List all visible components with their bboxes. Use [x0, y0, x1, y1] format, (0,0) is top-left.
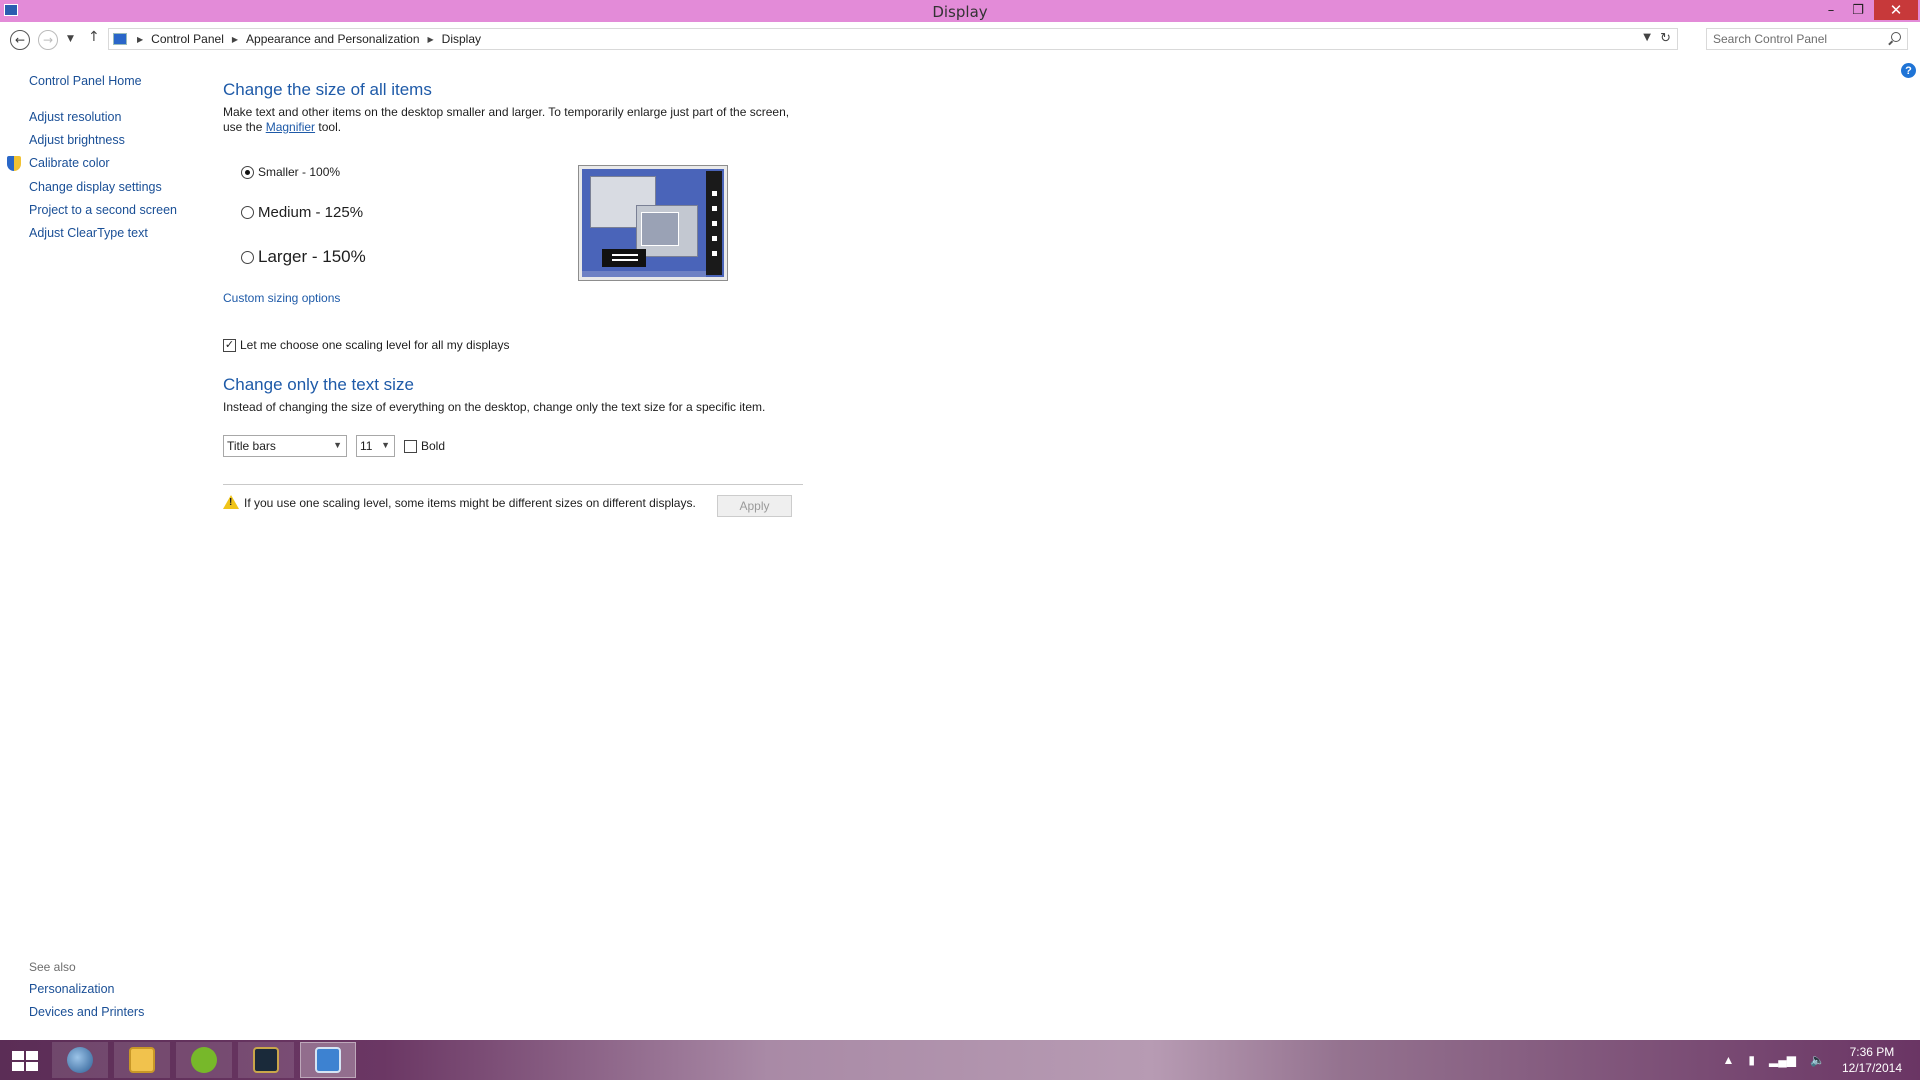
radio-button[interactable]: [241, 206, 254, 219]
taskbar: ▲ ▮ ▂▄▆ 🔈 7:36 PM 12/17/2014: [0, 1040, 1920, 1080]
description-text-end: tool.: [315, 120, 342, 134]
shield-icon: [7, 156, 21, 171]
bold-checkbox[interactable]: [404, 439, 417, 453]
breadcrumb[interactable]: ▶ Control Panel ▶ Appearance and Persona…: [108, 28, 1678, 50]
chevron-right-icon[interactable]: ▶: [133, 35, 147, 44]
bold-label: Bold: [421, 439, 446, 453]
help-icon[interactable]: ?: [1901, 63, 1916, 78]
search-icon[interactable]: [1891, 32, 1901, 42]
bold-checkbox-row[interactable]: Bold: [404, 439, 445, 453]
display-preview-image: [578, 165, 728, 281]
custom-sizing-link[interactable]: Custom sizing options: [223, 291, 340, 305]
clock[interactable]: 7:36 PM 12/17/2014: [1842, 1044, 1902, 1076]
project-second-screen-link[interactable]: Project to a second screen: [29, 203, 177, 217]
back-button[interactable]: ←: [10, 30, 30, 50]
network-icon[interactable]: ▂▄▆: [1769, 1053, 1796, 1067]
search-box[interactable]: [1706, 28, 1908, 50]
divider: [223, 484, 803, 485]
preview-taskbar: [602, 249, 646, 267]
up-button[interactable]: ↑: [88, 29, 100, 45]
close-button[interactable]: ✕: [1874, 0, 1918, 20]
title-bar: Display – ❐ ✕: [0, 0, 1920, 22]
breadcrumb-appearance[interactable]: Appearance and Personalization: [242, 32, 423, 46]
radio-button-checked[interactable]: [241, 165, 254, 179]
radio-button[interactable]: [241, 250, 254, 264]
action-center-icon[interactable]: ▮: [1748, 1053, 1755, 1067]
window-title: Display: [932, 3, 988, 21]
item-select-value: Title bars: [227, 439, 276, 453]
item-select[interactable]: Title bars ▼: [223, 435, 347, 457]
volume-icon[interactable]: 🔈: [1810, 1053, 1825, 1067]
preview-bottom-strip: [582, 271, 706, 277]
refresh-button[interactable]: ↻: [1660, 31, 1671, 46]
personalization-link[interactable]: Personalization: [29, 982, 114, 996]
search-input[interactable]: [1713, 32, 1883, 46]
control-panel-home-link[interactable]: Control Panel Home: [29, 74, 142, 88]
adjust-cleartype-link[interactable]: Adjust ClearType text: [29, 226, 148, 240]
start-icon[interactable]: [12, 1051, 38, 1071]
warning-text: If you use one scaling level, some items…: [244, 496, 696, 510]
scaling-checkbox-row[interactable]: ✓ Let me choose one scaling level for al…: [223, 338, 509, 352]
option-smaller[interactable]: Smaller - 100%: [241, 165, 340, 179]
utorrent-icon[interactable]: [176, 1042, 232, 1078]
option-label: Smaller - 100%: [258, 165, 341, 179]
league-of-legends-icon[interactable]: [238, 1042, 294, 1078]
scaling-checkbox[interactable]: ✓: [223, 338, 236, 352]
apply-button[interactable]: Apply: [717, 495, 792, 517]
option-medium[interactable]: Medium - 125%: [241, 204, 363, 221]
section-title-text-size: Change only the text size: [223, 375, 414, 394]
forward-button[interactable]: →: [38, 30, 58, 50]
restore-button[interactable]: ❐: [1845, 0, 1871, 20]
chevron-right-icon[interactable]: ▶: [228, 35, 242, 44]
preview-window-inner: [641, 212, 679, 246]
chevron-down-icon: ▼: [381, 440, 390, 450]
chevron-right-icon[interactable]: ▶: [424, 35, 438, 44]
clock-date: 12/17/2014: [1841, 1061, 1902, 1075]
control-panel-icon[interactable]: [300, 1042, 356, 1078]
show-hidden-icons-icon[interactable]: ▲: [1723, 1053, 1735, 1067]
globe-icon[interactable]: [52, 1042, 108, 1078]
forward-arrow-icon: →: [42, 33, 54, 47]
section-title-all-items: Change the size of all items: [223, 80, 432, 99]
breadcrumb-control-panel[interactable]: Control Panel: [147, 32, 228, 46]
adjust-brightness-link[interactable]: Adjust brightness: [29, 133, 125, 147]
file-explorer-icon[interactable]: [114, 1042, 170, 1078]
section-description-all-items: Make text and other items on the desktop…: [223, 105, 803, 135]
option-larger[interactable]: Larger - 150%: [241, 247, 366, 267]
section-description-text-size: Instead of changing the size of everythi…: [223, 400, 766, 414]
scaling-checkbox-label: Let me choose one scaling level for all …: [240, 338, 510, 352]
devices-printers-link[interactable]: Devices and Printers: [29, 1005, 144, 1019]
option-label: Medium - 125%: [258, 204, 364, 221]
address-history-dropdown[interactable]: ▼: [1643, 32, 1651, 43]
minimize-button[interactable]: –: [1818, 0, 1844, 20]
preview-screen: [582, 169, 724, 277]
chevron-down-icon: ▼: [333, 440, 342, 450]
recent-locations-dropdown[interactable]: ▼: [67, 34, 74, 44]
size-select-value: 11: [360, 439, 373, 453]
change-display-settings-link[interactable]: Change display settings: [29, 180, 162, 194]
warning-icon: !: [223, 495, 239, 509]
address-bar: ← → ▼ ↑ ▶ Control Panel ▶ Appearance and…: [0, 28, 1920, 52]
back-arrow-icon: ←: [14, 33, 26, 47]
adjust-resolution-link[interactable]: Adjust resolution: [29, 110, 121, 124]
system-tray: ▲ ▮ ▂▄▆ 🔈 7:36 PM 12/17/2014: [1716, 1040, 1920, 1080]
control-panel-icon: [113, 33, 127, 45]
preview-charms-bar: [706, 171, 722, 275]
calibrate-color-link[interactable]: Calibrate color: [29, 156, 110, 170]
see-also-label: See also: [29, 960, 76, 974]
clock-time: 7:36 PM: [1849, 1045, 1895, 1059]
option-label: Larger - 150%: [258, 247, 366, 266]
size-select[interactable]: 11 ▼: [356, 435, 395, 457]
breadcrumb-display[interactable]: Display: [438, 32, 485, 46]
magnifier-link[interactable]: Magnifier: [266, 120, 315, 134]
